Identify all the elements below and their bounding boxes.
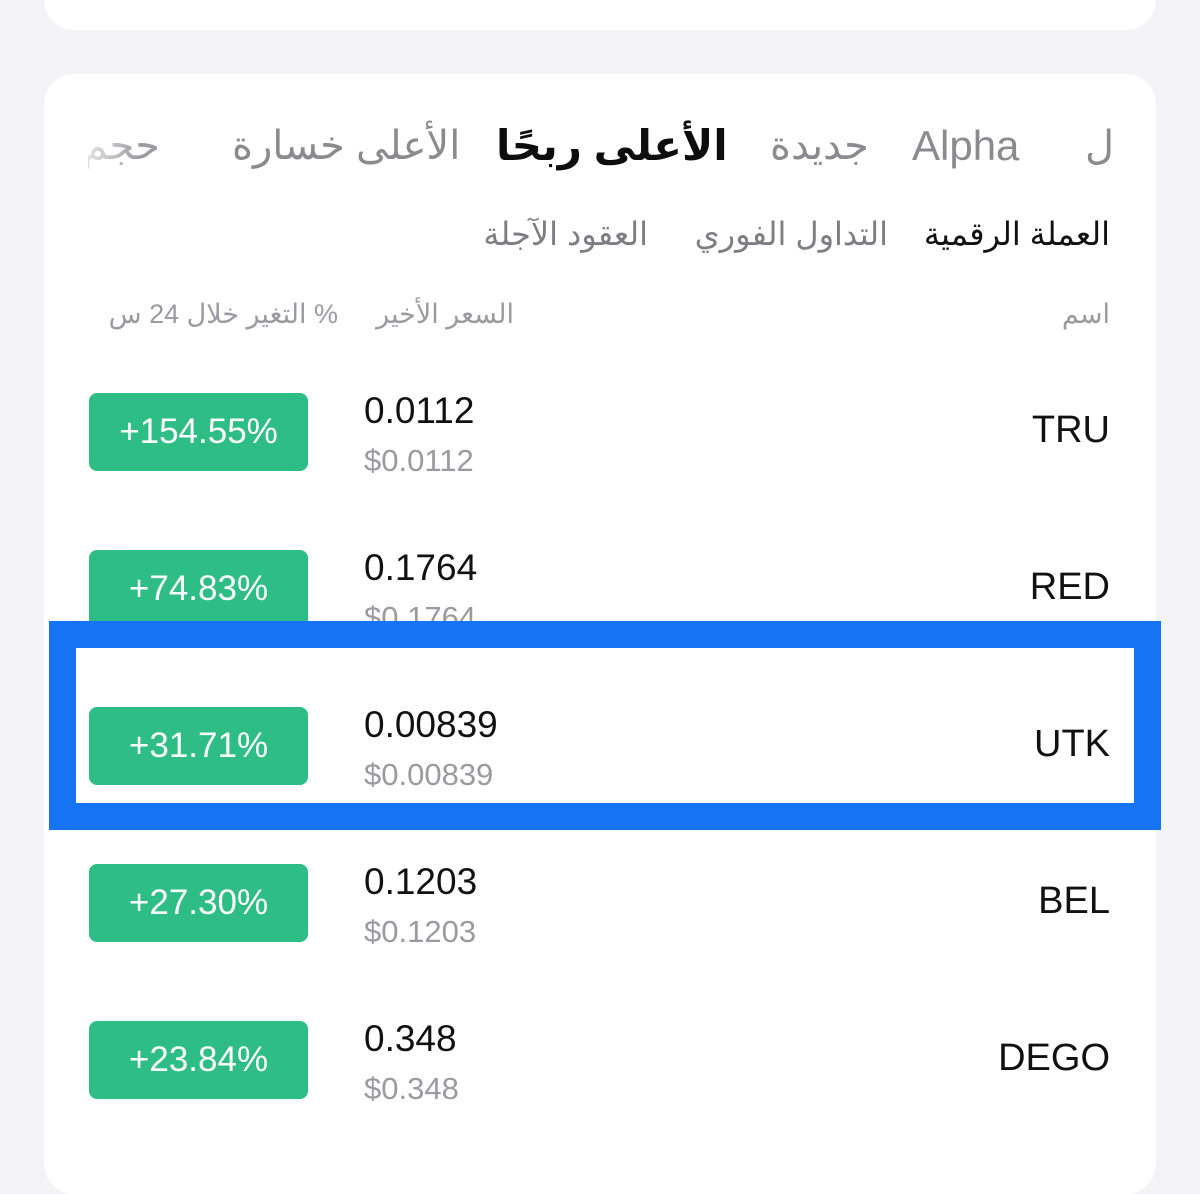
usd-price: $0.0112 (364, 441, 474, 481)
usd-price: $0.348 (364, 1069, 459, 1109)
tab-partial-right[interactable]: ل (1080, 118, 1114, 174)
market-row-tru[interactable]: +154.55% 0.0112 $0.0112 TRU (44, 373, 1156, 530)
market-row-dego[interactable]: +23.84% 0.348 $0.348 DEGO (44, 1001, 1156, 1158)
change-badge[interactable]: +154.55% (89, 393, 308, 471)
usd-price: $0.00839 (364, 755, 493, 795)
tab-new[interactable]: جديدة (770, 118, 869, 174)
subtab-crypto[interactable]: العملة الرقمية (924, 210, 1110, 258)
last-price: 0.1764 (364, 544, 477, 592)
usd-price: $0.1203 (364, 912, 476, 952)
market-row-bel[interactable]: +27.30% 0.1203 $0.1203 BEL (44, 844, 1156, 1001)
symbol: DEGO (998, 1033, 1110, 1083)
symbol: TRU (1032, 405, 1110, 455)
last-price: 0.1203 (364, 858, 477, 906)
market-row-utk[interactable]: +31.71% 0.00839 $0.00839 UTK (44, 687, 1156, 844)
last-price: 0.00839 (364, 701, 498, 749)
symbol: RED (1030, 562, 1110, 612)
change-badge[interactable]: +74.83% (89, 550, 308, 628)
tab-alpha[interactable]: Alpha (912, 118, 1019, 174)
change-badge[interactable]: +31.71% (89, 707, 308, 785)
previous-card (44, 0, 1156, 30)
column-header-name[interactable]: اسم (1062, 294, 1110, 334)
tab-top-gainers[interactable]: الأعلى ربحًا (496, 118, 728, 174)
column-header-last-price[interactable]: السعر الأخير (376, 294, 514, 334)
last-price: 0.0112 (364, 387, 474, 435)
last-price: 0.348 (364, 1015, 457, 1063)
symbol: UTK (1034, 719, 1110, 769)
tabs-fade (60, 110, 140, 180)
tab-top-losers[interactable]: الأعلى خسارة (232, 118, 460, 174)
symbol: BEL (1038, 876, 1110, 926)
market-row-red[interactable]: +74.83% 0.1764 $0.1764 RED (44, 530, 1156, 687)
usd-price: $0.1764 (364, 598, 476, 638)
column-header-change[interactable]: % التغير خلال 24 س (109, 294, 338, 334)
change-badge[interactable]: +23.84% (89, 1021, 308, 1099)
subtab-futures[interactable]: العقود الآجلة (483, 210, 648, 258)
subtab-spot[interactable]: التداول الفوري (695, 210, 888, 258)
change-badge[interactable]: +27.30% (89, 864, 308, 942)
